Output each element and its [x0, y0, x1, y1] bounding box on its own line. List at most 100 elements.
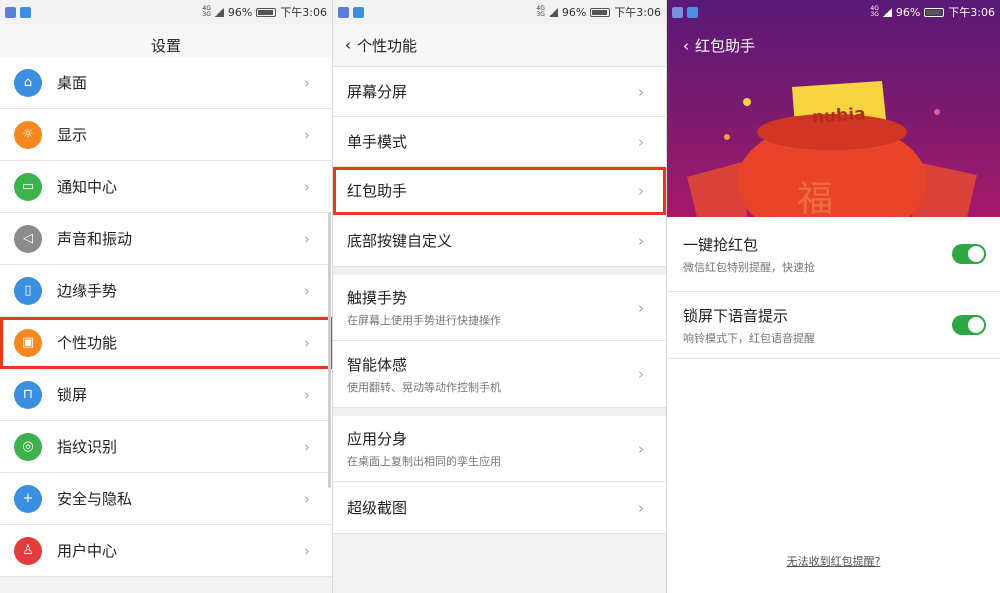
settings-item-label: 个性功能 — [57, 334, 118, 352]
chevron-right-icon: › — [638, 439, 644, 458]
settings-item[interactable]: ♙ 用户中心 › — [0, 525, 332, 577]
list-item-motion[interactable]: 智能体感 使用翻转、晃动等动作控制手机 › — [333, 341, 666, 408]
confetti — [743, 98, 751, 106]
item-label: 智能体感 — [347, 355, 408, 374]
chevron-right-icon: › — [304, 281, 310, 300]
chevron-right-icon: › — [304, 333, 310, 352]
battery-percent: 96% — [227, 5, 253, 19]
page-title: 个性功能 — [357, 36, 418, 55]
group-gestures: 触摸手势 在屏幕上使用手势进行快捷操作 › 智能体感 使用翻转、晃动等动作控制手机 › — [333, 275, 666, 408]
help-link[interactable]: 无法收到红包提醒? — [667, 553, 1000, 569]
chevron-right-icon: › — [304, 437, 310, 456]
chevron-right-icon: › — [304, 125, 310, 144]
battery-icon — [924, 7, 945, 17]
back-arrow-icon[interactable]: ‹ — [345, 36, 351, 54]
list-item-red-packet[interactable]: 红包助手 › — [333, 167, 666, 215]
clock: 下午3:06 — [280, 6, 327, 19]
settings-item-label: 桌面 — [57, 74, 88, 92]
shield-notification-icon — [20, 6, 31, 18]
list-item-one-hand[interactable]: 单手模式 › — [333, 117, 666, 167]
setting-lockscreen-voice[interactable]: 锁屏下语音提示 响铃模式下，红包语音提醒 — [667, 292, 1000, 359]
sun-icon: ☼ — [14, 120, 42, 149]
battery-icon — [590, 7, 611, 17]
scrollbar[interactable] — [328, 212, 331, 488]
brand-logo: nubia — [811, 104, 867, 128]
list-item-app-clone[interactable]: 应用分身 在桌面上复制出相同的孪生应用 › — [333, 416, 666, 482]
quick-grab-toggle[interactable] — [952, 244, 986, 264]
battery-percent: 96% — [561, 5, 587, 19]
settings-list: ⌂ 桌面 › ☼ 显示 › ▭ 通知中心 › ◁ 声音和振动 › ▯ 边缘手势 › ▣ 个性功能 › ⊓ 锁屏 › ◎ 指纹… — [0, 57, 332, 577]
item-label: 超级截图 — [347, 499, 408, 517]
edge-icon: ▯ — [14, 276, 42, 305]
item-label: 红包助手 — [347, 182, 408, 200]
confetti — [934, 109, 940, 115]
settings-item[interactable]: ⌂ 桌面 › — [0, 57, 332, 109]
shield-notification-icon — [687, 6, 698, 18]
item-subtitle: 在屏幕上使用手势进行快捷操作 — [347, 314, 501, 327]
header: ‹ 个性功能 — [333, 24, 666, 67]
settings-item[interactable]: ◎ 指纹识别 › — [0, 421, 332, 473]
chevron-right-icon: › — [304, 177, 310, 196]
lockscreen-voice-toggle[interactable] — [952, 315, 986, 335]
app-notification-icon — [672, 6, 683, 18]
settings-item-label: 用户中心 — [57, 542, 118, 560]
chevron-right-icon: › — [638, 82, 644, 101]
settings-item-label: 安全与隐私 — [57, 490, 133, 508]
clock: 下午3:06 — [614, 6, 661, 19]
group-basic: 屏幕分屏 › 单手模式 › 红包助手 › 底部按键自定义 › — [333, 67, 666, 267]
setting-quick-grab[interactable]: 一键抢红包 微信红包特别提醒，快速抢 — [667, 217, 1000, 292]
confetti — [724, 134, 730, 140]
settings-item-label: 边缘手势 — [57, 282, 118, 300]
settings-item[interactable]: ▣ 个性功能 › — [0, 317, 332, 369]
red-packet-bag-illustration — [687, 81, 977, 217]
settings-item-label: 指纹识别 — [57, 438, 118, 456]
settings-item[interactable]: ▭ 通知中心 › — [0, 161, 332, 213]
group-apps: 应用分身 在桌面上复制出相同的孪生应用 › 超级截图 › — [333, 416, 666, 534]
settings-item[interactable]: + 安全与隐私 › — [0, 473, 332, 525]
lock-icon: ⊓ — [14, 380, 42, 409]
list-item-super-screenshot[interactable]: 超级截图 › — [333, 482, 666, 534]
settings-item[interactable]: ☼ 显示 › — [0, 109, 332, 161]
battery-percent: 96% — [895, 5, 921, 19]
list-item-split-screen[interactable]: 屏幕分屏 › — [333, 67, 666, 117]
settings-item[interactable]: ◁ 声音和振动 › — [0, 213, 332, 265]
settings-item[interactable]: ⊓ 锁屏 › — [0, 369, 332, 421]
item-subtitle: 响铃模式下，红包语音提醒 — [683, 331, 815, 345]
chevron-right-icon: › — [638, 181, 644, 200]
network-indicator: 4G 3G — [536, 5, 545, 18]
signal-icon — [214, 7, 224, 17]
settings-item-label: 锁屏 — [57, 386, 88, 404]
item-label: 应用分身 — [347, 430, 408, 448]
item-label: 屏幕分屏 — [347, 83, 408, 101]
item-subtitle: 使用翻转、晃动等动作控制手机 — [347, 380, 501, 394]
chevron-right-icon: › — [304, 73, 310, 92]
page-title: 红包助手 — [695, 37, 756, 55]
header: ‹ 红包助手 — [667, 24, 1000, 67]
hero-banner: 4G 3G 96% 下午3:06 ‹ 红包助手 nubia 福 — [667, 0, 1000, 217]
chevron-right-icon: › — [304, 541, 310, 560]
list-item-key-custom[interactable]: 底部按键自定义 › — [333, 215, 666, 267]
calendar-icon: ▣ — [14, 328, 42, 357]
home-icon: ⌂ — [14, 68, 42, 97]
settings-item[interactable]: ▯ 边缘手势 › — [0, 265, 332, 317]
network-indicator: 4G 3G — [870, 5, 879, 18]
clock: 下午3:06 — [948, 6, 995, 19]
settings-item-label: 通知中心 — [57, 178, 118, 196]
settings-item-label: 声音和振动 — [57, 230, 133, 248]
network-indicator: 4G 3G — [202, 5, 211, 18]
status-bar: 4G 3G 96% 下午3:06 — [0, 0, 332, 24]
group-divider — [333, 267, 666, 275]
group-divider — [333, 408, 666, 416]
signal-icon — [882, 7, 892, 17]
app-notification-icon — [338, 6, 349, 18]
fingerprint-icon: ◎ — [14, 432, 42, 461]
back-arrow-icon[interactable]: ‹ — [683, 37, 689, 55]
shield-icon: + — [14, 484, 42, 513]
chevron-right-icon: › — [638, 498, 644, 517]
chevron-right-icon: › — [304, 489, 310, 508]
red-packet-screen: 4G 3G 96% 下午3:06 ‹ 红包助手 nubia 福 一键抢红包 微信… — [667, 0, 1000, 593]
battery-icon — [256, 7, 277, 17]
list-item-touch-gesture[interactable]: 触摸手势 在屏幕上使用手势进行快捷操作 › — [333, 275, 666, 341]
item-label: 底部按键自定义 — [347, 232, 453, 250]
item-subtitle: 微信红包特别提醒，快速抢 — [683, 260, 815, 274]
